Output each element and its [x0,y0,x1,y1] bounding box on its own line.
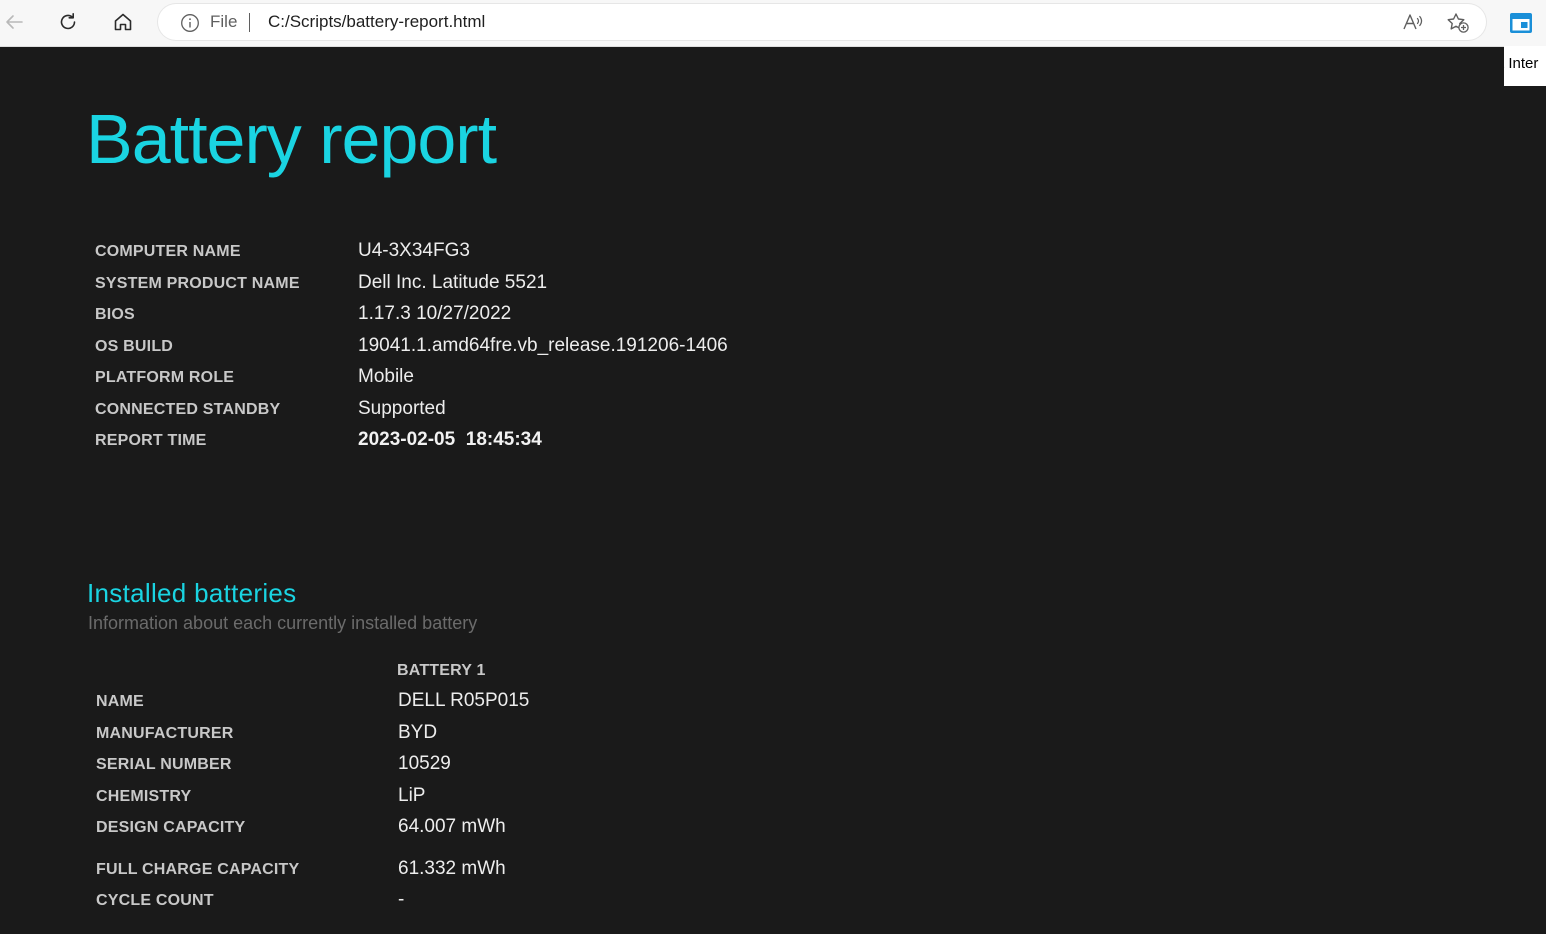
battery-label: CHEMISTRY [96,787,192,805]
info-value: Mobile [358,366,414,387]
page-title: Battery report [86,100,497,178]
battery-label: NAME [96,693,144,710]
home-button[interactable] [105,4,141,40]
info-value: 1.17.3 10/27/2022 [358,303,512,324]
side-tab[interactable]: t Inter [1504,46,1546,86]
side-tab-label: t Inter [1504,55,1539,72]
battery-value: 64.007 mWh [398,816,506,837]
battery-value: BYD [398,721,438,743]
refresh-icon [60,13,76,30]
address-divider [249,13,250,32]
back-arrow-icon [6,15,23,29]
battery-label: MANUFACTURER [96,724,234,742]
battery-label: DESIGN CAPACITY [96,819,246,836]
info-label: OS BUILD [95,337,174,355]
battery-label: SERIAL NUMBER [96,756,232,773]
read-aloud-icon[interactable] [1402,12,1424,36]
home-icon [114,13,132,31]
battery-value: 10529 [398,753,451,774]
battery-value: DELL R05P015 [398,690,530,711]
section-subtitle: Information about each currently install… [88,613,478,633]
info-value: Dell Inc. Latitude 5521 [358,271,548,293]
section-title-installed-batteries: Installed batteries [87,578,297,608]
info-label: PLATFORM ROLE [95,369,235,386]
sidebar-icon[interactable] [1508,11,1534,39]
info-value: 2023-02-05 18:45:34 [358,429,542,450]
info-label: BIOS [95,306,135,323]
battery-value: - [398,889,405,910]
url-text[interactable]: C:/Scripts/battery-report.html [268,12,485,32]
info-value: 19041.1.amd64fre.vb_release.191206-1406 [358,334,728,356]
address-bar[interactable]: File C:/Scripts/battery-report.html [158,4,1486,40]
info-label: REPORT TIME [95,432,207,449]
back-button[interactable] [0,4,32,40]
info-label: SYSTEM PRODUCT NAME [95,274,300,292]
info-value: U4-3X34FG3 [358,240,470,261]
refresh-button[interactable] [50,4,86,40]
battery-value: LiP [398,784,426,806]
browser-toolbar: File C:/Scripts/battery-report.html [0,0,1546,47]
address-scheme-label: File [210,12,238,31]
info-icon[interactable] [180,13,200,37]
battery-label: CYCLE COUNT [96,892,214,909]
info-label: COMPUTER NAME [95,243,241,260]
info-value: Supported [358,397,446,419]
info-label: CONNECTED STANDBY [95,400,281,418]
battery-column-header: BATTERY 1 [397,662,486,679]
battery-value: 61.332 mWh [398,857,506,879]
battery-label: FULL CHARGE CAPACITY [96,860,300,878]
add-favorite-icon[interactable] [1446,12,1470,38]
